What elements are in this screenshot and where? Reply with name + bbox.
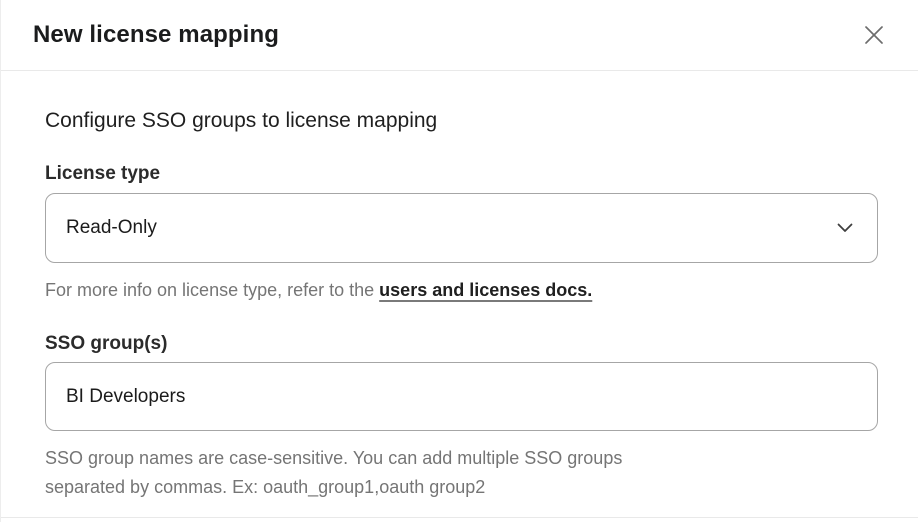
license-helper-text: For more info on license type, refer to … bbox=[45, 280, 379, 300]
sso-helper-line1: SSO group names are case-sensitive. You … bbox=[45, 444, 878, 473]
chevron-down-icon bbox=[837, 223, 853, 233]
sso-groups-input[interactable] bbox=[45, 362, 878, 431]
users-licenses-docs-link[interactable]: users and licenses docs. bbox=[379, 280, 592, 300]
close-button[interactable] bbox=[858, 19, 890, 51]
sso-helper-line2: separated by commas. Ex: oauth_group1,oa… bbox=[45, 473, 878, 502]
new-license-mapping-modal: New license mapping Configure SSO groups… bbox=[1, 0, 918, 502]
modal-title: New license mapping bbox=[33, 21, 279, 49]
bottom-divider bbox=[1, 517, 918, 518]
sso-groups-helper: SSO group names are case-sensitive. You … bbox=[45, 444, 878, 502]
config-heading: Configure SSO groups to license mapping bbox=[45, 107, 878, 134]
license-type-helper: For more info on license type, refer to … bbox=[45, 276, 878, 305]
license-type-select[interactable]: Read-Only bbox=[45, 193, 878, 263]
license-type-label: License type bbox=[45, 161, 878, 186]
sso-groups-label: SSO group(s) bbox=[45, 331, 878, 356]
modal-header: New license mapping bbox=[1, 0, 918, 71]
close-icon bbox=[863, 24, 885, 46]
modal-body: Configure SSO groups to license mapping … bbox=[1, 107, 918, 502]
license-type-selected-value: Read-Only bbox=[66, 217, 157, 239]
